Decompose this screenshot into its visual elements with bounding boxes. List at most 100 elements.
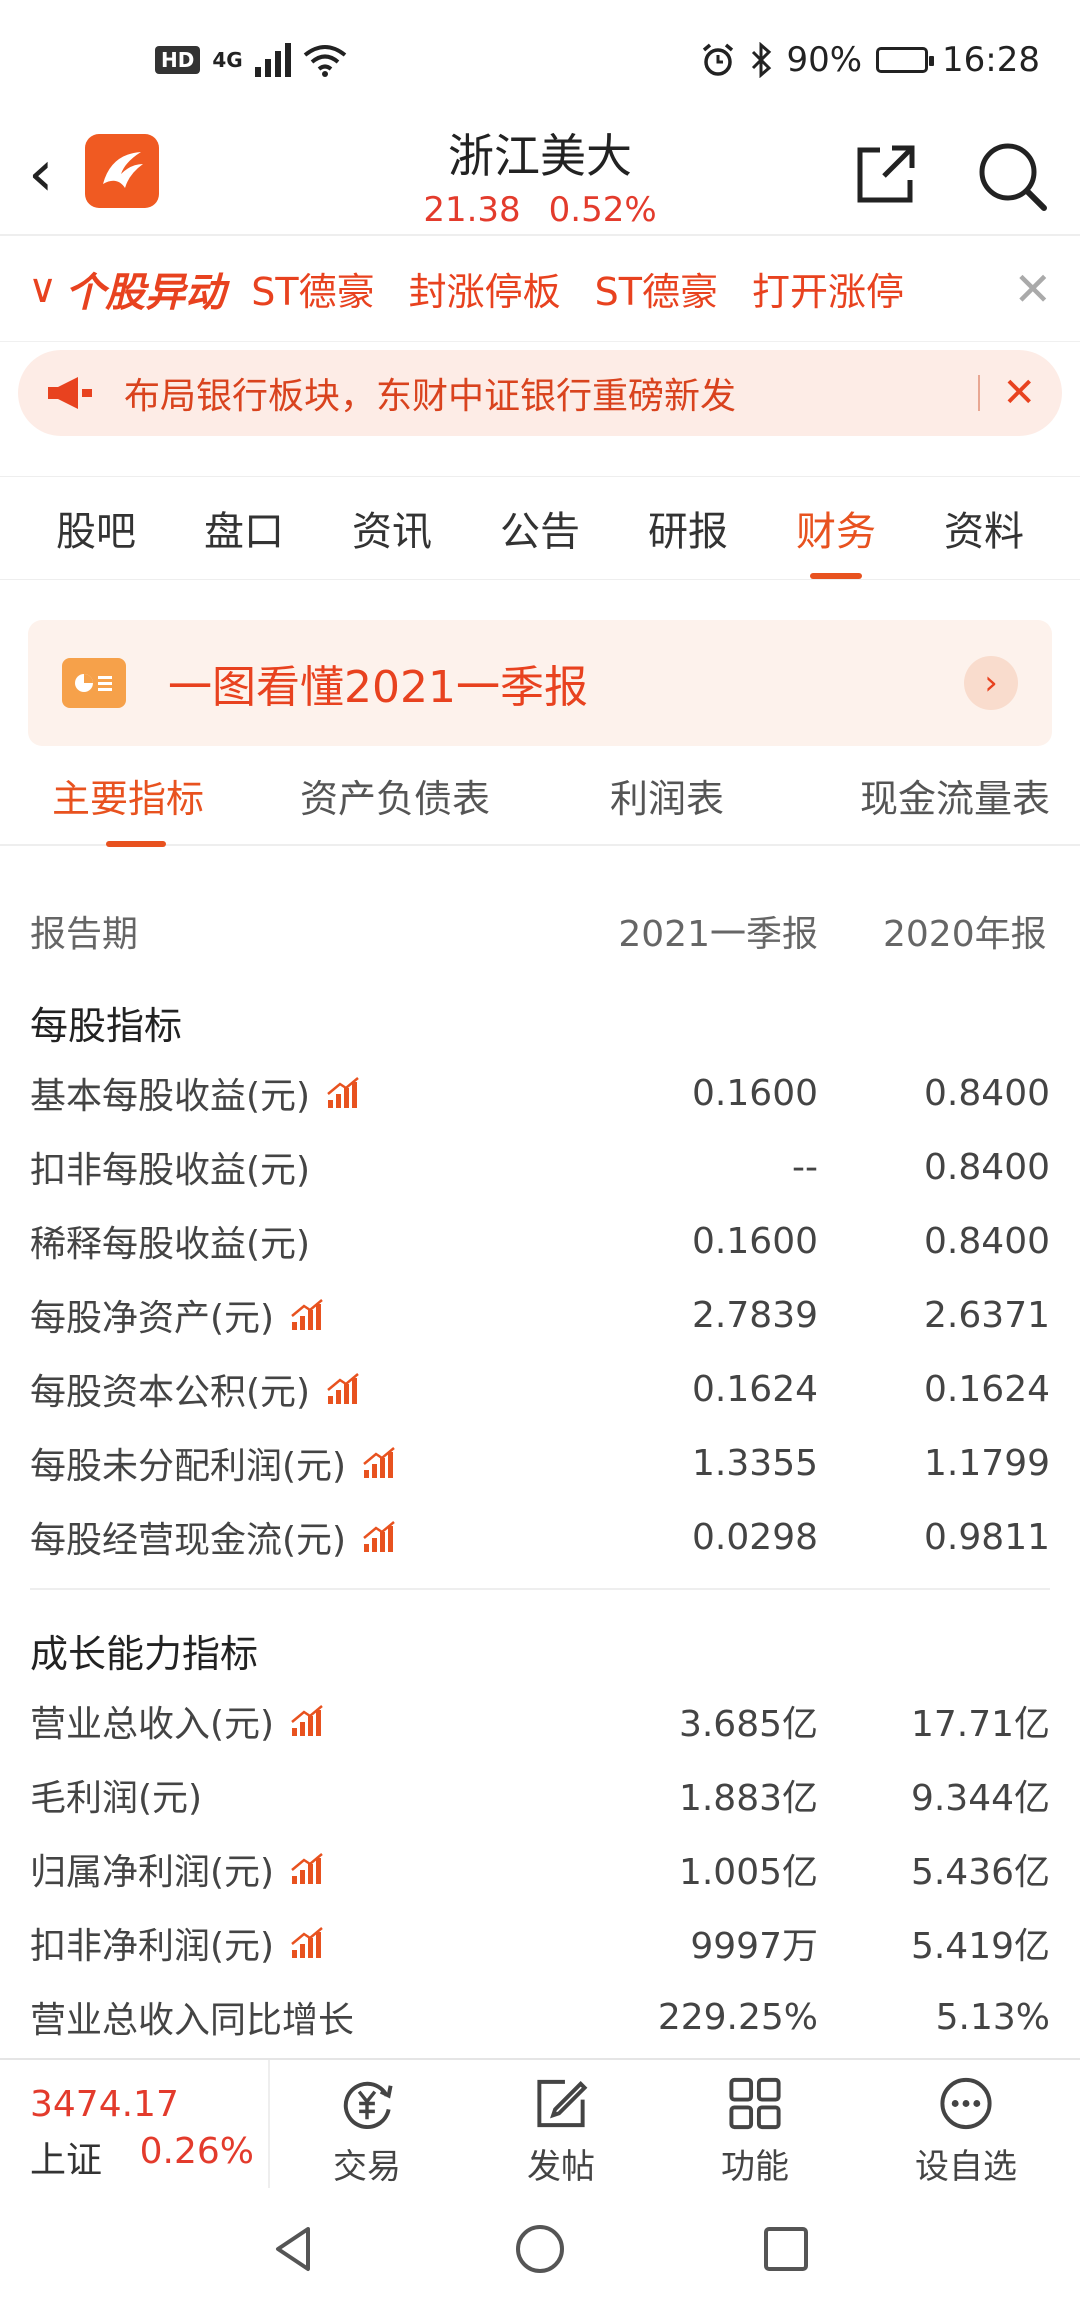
metric-value-2021q1: 1.005亿 xyxy=(678,1852,818,1893)
stock-change: 0.52% xyxy=(548,190,657,230)
metric-name: 每股资本公积(元) xyxy=(30,1372,311,1413)
tab-finance[interactable]: 财务 xyxy=(796,499,876,579)
metric-name: 每股净资产(元) xyxy=(30,1298,275,1339)
close-icon[interactable]: ✕ xyxy=(1013,262,1052,316)
metric-value-2020: 0.8400 xyxy=(924,1146,1050,1188)
metric-name: 营业总收入同比增长 xyxy=(30,2000,355,2041)
metric-value-2021q1: 0.1624 xyxy=(692,1368,818,1410)
banner-close-icon[interactable]: ✕ xyxy=(1002,370,1036,416)
table-row[interactable]: 营业总收入(元) 3.685亿 17.71亿 xyxy=(30,1684,1050,1758)
status-left: HD 4G xyxy=(155,43,347,77)
trend-chart-icon[interactable] xyxy=(326,1372,360,1406)
table-row[interactable]: 每股未分配利润(元) 1.3355 1.1799 xyxy=(30,1426,1050,1500)
table-row[interactable]: 基本每股收益(元) 0.1600 0.8400 xyxy=(30,1056,1050,1130)
tab-news[interactable]: 资讯 xyxy=(352,499,432,557)
table-row[interactable]: 营业总收入同比增长 229.25% 5.13% xyxy=(30,1980,1050,2054)
tab-announcements[interactable]: 公告 xyxy=(500,499,580,557)
tab-pankou[interactable]: 盘口 xyxy=(204,499,284,557)
period-col1: 2021一季报 xyxy=(618,914,818,955)
metric-value-2021q1: 0.1600 xyxy=(692,1220,818,1262)
table-row[interactable]: 每股净资产(元) 2.7839 2.6371 xyxy=(30,1278,1050,1352)
metric-value-2021q1: 3.685亿 xyxy=(678,1704,818,1745)
metric-label: 营业总收入同比增长 xyxy=(30,1991,588,2043)
metric-value-2020: 9.344亿 xyxy=(910,1778,1050,1819)
battery-icon xyxy=(876,47,935,73)
subtab-cash-flow[interactable]: 现金流量表 xyxy=(840,768,1050,823)
metric-name: 归属净利润(元) xyxy=(30,1852,275,1893)
metric-label: 基本每股收益(元) xyxy=(30,1067,588,1119)
metric-value-2020: 0.9811 xyxy=(924,1516,1050,1558)
nav-add-watchlist[interactable]: 设自选 xyxy=(915,2060,1017,2188)
nav-functions-label: 功能 xyxy=(721,2147,789,2187)
home-circle-icon[interactable] xyxy=(512,2221,568,2277)
pie-chart-icon xyxy=(62,658,126,708)
trend-chart-icon[interactable] xyxy=(290,1704,324,1738)
signal-icon xyxy=(254,43,291,77)
index-widget[interactable]: 3474.17 上证 0.26% xyxy=(0,2060,270,2188)
metric-name: 基本每股收益(元) xyxy=(30,1076,311,1117)
metric-value-2020: 2.6371 xyxy=(924,1294,1050,1336)
metric-value-2021q1: 1.3355 xyxy=(692,1442,818,1484)
trend-chart-icon[interactable] xyxy=(290,1298,324,1332)
metric-name: 营业总收入(元) xyxy=(30,1704,275,1745)
nav-trade[interactable]: 交易 xyxy=(333,2060,401,2188)
metric-name: 扣非净利润(元) xyxy=(30,1926,275,1967)
trend-chart-icon[interactable] xyxy=(362,1446,396,1480)
stock-header: ‹ 浙江美大 21.38 0.52% xyxy=(0,120,1080,236)
ticker-brand: 个股异动 xyxy=(65,269,226,316)
finance-table: 报告期 2021一季报 2020年报 每股指标 基本每股收益(元) 0.1600 0.… xyxy=(0,886,1080,2054)
trend-chart-icon[interactable] xyxy=(362,1520,396,1554)
share-icon[interactable] xyxy=(850,138,920,208)
more-icon xyxy=(940,2077,992,2130)
trend-chart-icon[interactable] xyxy=(290,1852,324,1886)
table-row[interactable]: 扣非每股收益(元) -- 0.8400 xyxy=(30,1130,1050,1204)
tab-guba[interactable]: 股吧 xyxy=(56,499,136,557)
promo-banner[interactable]: 布局银行板块，东财中证银行重磅新发 ✕ xyxy=(18,350,1062,436)
recents-square-icon[interactable] xyxy=(758,2221,814,2277)
subtab-key-metrics[interactable]: 主要指标 xyxy=(30,768,300,847)
table-row[interactable]: 归属净利润(元) 1.005亿 5.436亿 xyxy=(30,1832,1050,1906)
metric-value-2020: 5.436亿 xyxy=(910,1852,1050,1893)
metric-name: 每股未分配利润(元) xyxy=(30,1446,347,1487)
ticker-item[interactable]: ST德豪 xyxy=(251,261,374,316)
edit-icon xyxy=(537,2079,588,2128)
ticker-item[interactable]: ST德豪 xyxy=(595,261,718,316)
nav-post[interactable]: 发帖 xyxy=(527,2060,595,2188)
metric-value-2021q1: 0.0298 xyxy=(692,1516,818,1558)
nav-functions[interactable]: 功能 xyxy=(721,2060,789,2188)
ticker-item[interactable]: 打开涨停 xyxy=(752,261,904,316)
trend-chart-icon[interactable] xyxy=(326,1076,360,1110)
metric-name: 毛利润(元) xyxy=(30,1778,203,1819)
table-row[interactable]: 每股资本公积(元) 0.1624 0.1624 xyxy=(30,1352,1050,1426)
search-icon[interactable] xyxy=(974,138,1050,214)
trend-chart-icon[interactable] xyxy=(290,1926,324,1960)
chevron-down-icon[interactable]: ∨ xyxy=(28,266,57,312)
subtab-balance-sheet[interactable]: 资产负债表 xyxy=(300,768,600,823)
tab-research[interactable]: 研报 xyxy=(648,499,728,557)
metric-label: 每股未分配利润(元) xyxy=(30,1437,588,1489)
table-row[interactable]: 扣非净利润(元) 9997万 5.419亿 xyxy=(30,1906,1050,1980)
metric-value-2020: 0.8400 xyxy=(924,1220,1050,1262)
finance-subtabs: 主要指标 资产负债表 利润表 现金流量表 xyxy=(0,746,1080,847)
ticker-item[interactable]: 封涨停板 xyxy=(409,261,561,316)
hd-badge: HD xyxy=(155,46,201,74)
back-triangle-icon[interactable] xyxy=(266,2221,322,2277)
metric-value-2021q1: 2.7839 xyxy=(692,1294,818,1336)
metric-value-2020: 5.13% xyxy=(935,1996,1050,2038)
bottom-bar: 3474.17 上证 0.26% 交易 发帖 功能 设自选 xyxy=(0,2058,1080,2188)
report-summary-card[interactable]: 一图看懂2021一季报 › xyxy=(28,620,1052,746)
index-value: 3474.17 xyxy=(30,2084,179,2125)
megaphone-icon xyxy=(48,377,92,409)
movement-ticker[interactable]: ∨ 个股异动 ST德豪 封涨停板 ST德豪 打开涨停 ✕ xyxy=(0,236,1080,342)
table-row[interactable]: 每股经营现金流(元) 0.0298 0.9811 xyxy=(30,1500,1050,1574)
subtab-income-statement[interactable]: 利润表 xyxy=(600,768,840,823)
table-row[interactable]: 毛利润(元) 1.883亿 9.344亿 xyxy=(30,1758,1050,1832)
bluetooth-icon xyxy=(752,42,772,78)
status-right: 90% 16:28 xyxy=(700,40,1040,80)
tab-profile[interactable]: 资料 xyxy=(944,499,1024,557)
metric-value-2021q1: 0.1600 xyxy=(692,1072,818,1114)
metric-name: 稀释每股收益(元) xyxy=(30,1224,311,1265)
table-row[interactable]: 稀释每股收益(元) 0.1600 0.8400 xyxy=(30,1204,1050,1278)
section-title: 成长能力指标 xyxy=(30,1632,259,1676)
chevron-right-icon[interactable]: › xyxy=(964,656,1018,710)
